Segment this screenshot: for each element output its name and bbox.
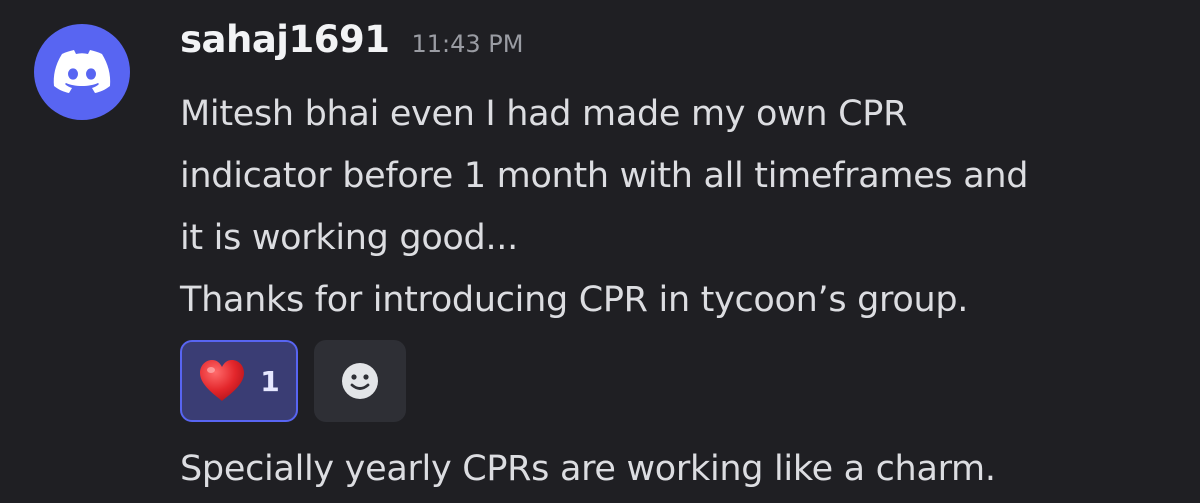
smiley-face-icon <box>342 363 378 399</box>
followup-message-text: Specially yearly CPRs are working like a… <box>180 449 996 489</box>
message-header: sahaj1691 11:43 PM <box>180 18 523 74</box>
message-line: it is working good... <box>180 218 518 258</box>
timestamp: 11:43 PM <box>411 30 524 58</box>
discord-logo-icon <box>53 50 111 93</box>
message-line: Mitesh bhai even I had made my own CPR <box>180 94 908 134</box>
message-line: Thanks for introducing CPR in tycoon’s g… <box>180 280 969 320</box>
message-content: Mitesh bhai even I had made my own CPR i… <box>180 83 1180 331</box>
add-reaction-button[interactable] <box>314 340 406 422</box>
reactions-bar: 1 <box>180 340 406 422</box>
heart-emoji-icon <box>200 360 245 401</box>
avatar[interactable] <box>34 24 130 120</box>
message-line: indicator before 1 month with all timefr… <box>180 156 1029 196</box>
heart-reaction-button[interactable]: 1 <box>180 340 298 422</box>
chat-message: sahaj1691 11:43 PM Mitesh bhai even I ha… <box>0 0 1200 503</box>
reaction-count: 1 <box>260 364 280 398</box>
username[interactable]: sahaj1691 <box>180 18 390 61</box>
